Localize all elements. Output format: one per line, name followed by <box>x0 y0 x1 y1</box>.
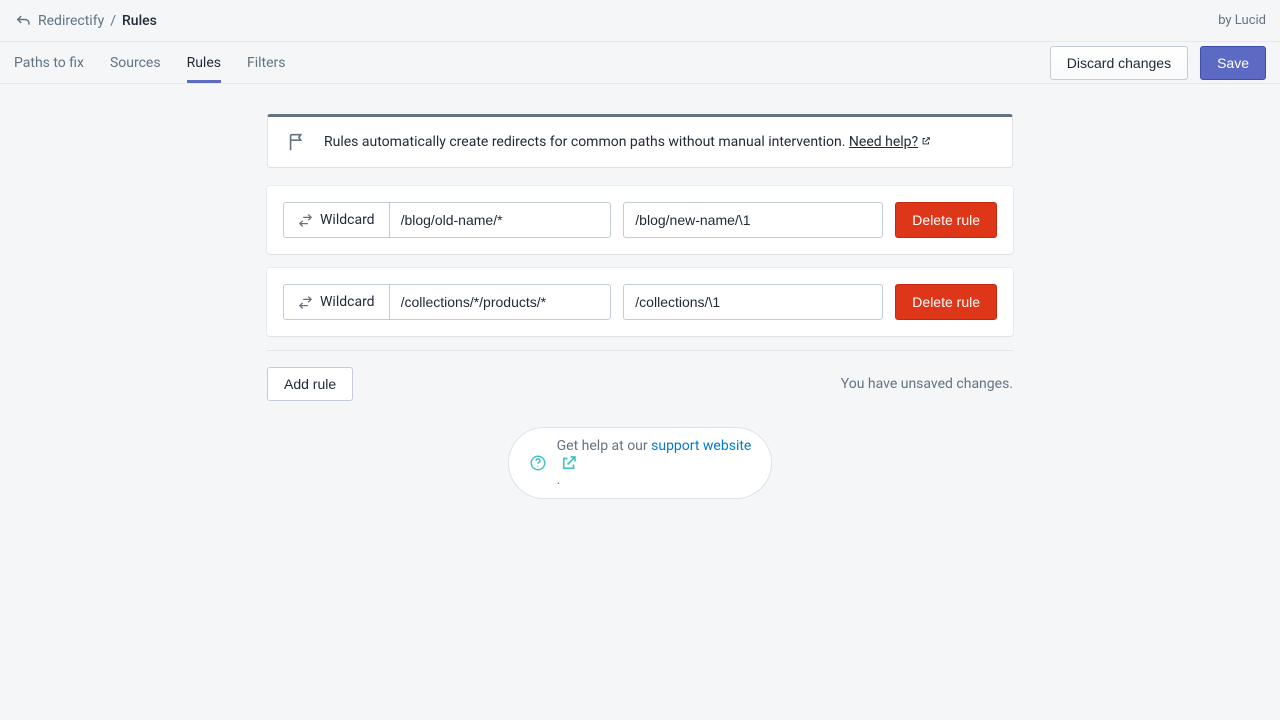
swap-icon <box>298 213 313 228</box>
rule-card: Wildcard Delete rule <box>267 186 1013 254</box>
add-rule-button[interactable]: Add rule <box>267 367 353 401</box>
page-title: Rules <box>122 13 157 29</box>
save-button[interactable]: Save <box>1200 46 1266 80</box>
external-link-icon <box>560 454 578 472</box>
target-input[interactable] <box>623 284 883 320</box>
tab-paths-to-fix[interactable]: Paths to fix <box>14 42 84 83</box>
header-actions: Discard changes Save <box>1050 46 1266 80</box>
rules-stack: Rules automatically create redirects for… <box>267 114 1013 401</box>
tab-sources[interactable]: Sources <box>110 42 161 83</box>
redirect-app-icon <box>14 12 32 30</box>
pattern-input[interactable] <box>389 202 612 238</box>
tab-label: Filters <box>247 55 286 71</box>
need-help-label: Need help? <box>849 134 918 150</box>
tab-label: Sources <box>110 55 161 71</box>
rule-type-label: Wildcard <box>320 294 375 310</box>
breadcrumb-app-name[interactable]: Redirectify <box>38 13 104 29</box>
footer-row: Add rule You have unsaved changes. <box>267 367 1013 401</box>
tab-label: Rules <box>187 55 221 71</box>
divider <box>267 350 1013 351</box>
breadcrumb: Redirectify / Rules <box>14 12 157 30</box>
unsaved-changes-text: You have unsaved changes. <box>841 376 1013 392</box>
tab-label: Paths to fix <box>14 55 84 71</box>
banner-message: Rules automatically create redirects for… <box>324 134 849 150</box>
vendor-label: by Lucid <box>1218 13 1266 28</box>
support-link-label: support website <box>651 438 751 454</box>
rule-card: Wildcard Delete rule <box>267 268 1013 336</box>
discard-changes-button[interactable]: Discard changes <box>1050 46 1188 80</box>
rule-row: Wildcard Delete rule <box>283 284 997 320</box>
pattern-input[interactable] <box>389 284 612 320</box>
delete-rule-button[interactable]: Delete rule <box>895 202 997 238</box>
need-help-link[interactable]: Need help? <box>849 134 931 150</box>
content: Rules automatically create redirects for… <box>0 84 1280 499</box>
delete-rule-button[interactable]: Delete rule <box>895 284 997 320</box>
help-suffix: . <box>557 472 561 488</box>
info-banner: Rules automatically create redirects for… <box>267 114 1013 168</box>
rule-row: Wildcard Delete rule <box>283 202 997 238</box>
breadcrumb-separator: / <box>110 13 116 29</box>
rule-type-selector[interactable]: Wildcard <box>283 202 389 238</box>
help-prefix: Get help at our <box>557 438 651 454</box>
help-text: Get help at our support website . <box>557 438 752 488</box>
tab-rules[interactable]: Rules <box>187 42 221 83</box>
tab-filters[interactable]: Filters <box>247 42 286 83</box>
flag-icon <box>286 131 308 153</box>
pattern-group: Wildcard <box>283 202 611 238</box>
tabs: Paths to fix Sources Rules Filters <box>14 42 286 83</box>
app-header: Redirectify / Rules by Lucid <box>0 0 1280 42</box>
question-circle-icon <box>529 454 547 472</box>
rule-type-selector[interactable]: Wildcard <box>283 284 389 320</box>
external-link-icon <box>921 136 931 146</box>
rule-type-label: Wildcard <box>320 212 375 228</box>
pattern-group: Wildcard <box>283 284 611 320</box>
target-input[interactable] <box>623 202 883 238</box>
help-pill: Get help at our support website . <box>508 427 773 499</box>
sub-header: Paths to fix Sources Rules Filters Disca… <box>0 42 1280 84</box>
banner-text: Rules automatically create redirects for… <box>324 134 931 150</box>
swap-icon <box>298 295 313 310</box>
